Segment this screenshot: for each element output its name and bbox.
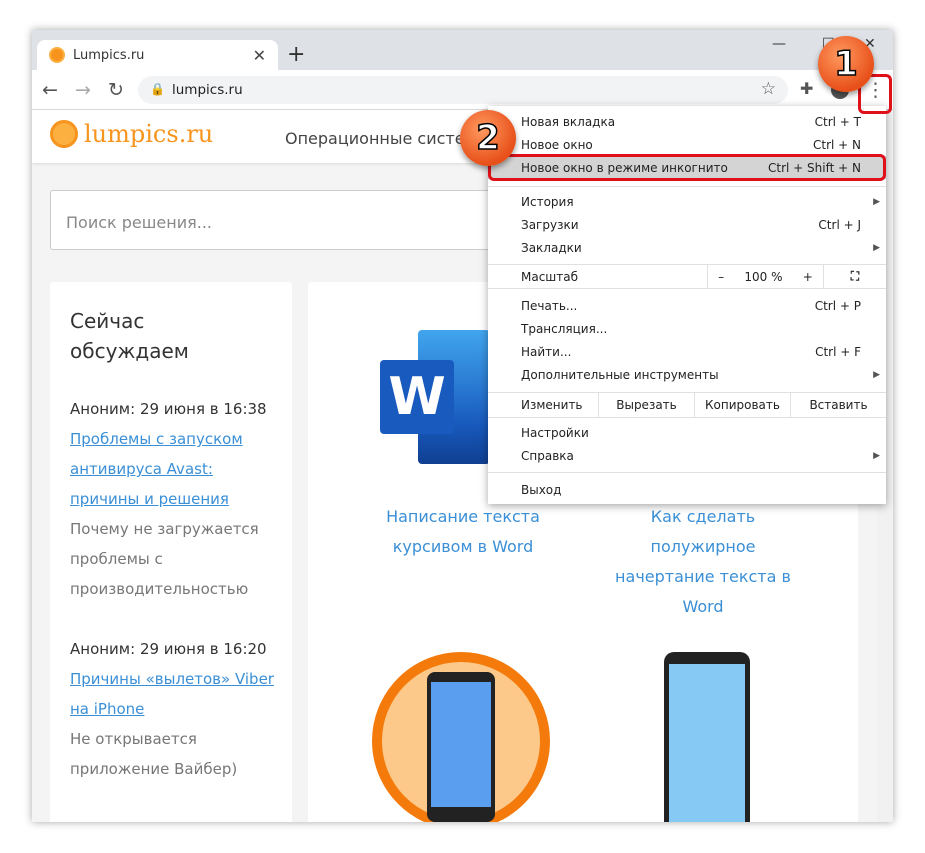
comment-text: Не открывается приложение Вайбер) (70, 730, 238, 778)
article-link[interactable]: Как сделать полужирное начертание текста… (608, 502, 798, 622)
tab-strip: Lumpics.ru ✕ + — ☐ ✕ (32, 30, 893, 70)
menu-item-find[interactable]: Найти... Ctrl + F (488, 340, 886, 363)
comment-text: Почему не загружается проблемы с произво… (70, 520, 259, 598)
comment-link[interactable]: Проблемы с запуском антивируса Avast: пр… (70, 424, 280, 514)
paste-button[interactable]: Вставить (790, 393, 886, 417)
tab-title: Lumpics.ru (73, 47, 145, 63)
cut-button[interactable]: Вырезать (598, 393, 694, 417)
close-tab-icon[interactable]: ✕ (253, 46, 266, 65)
zoom-in-button[interactable]: + (803, 270, 813, 284)
back-icon[interactable]: ← (42, 79, 58, 101)
submenu-arrow-icon: ▶ (873, 196, 880, 207)
article-link[interactable]: Написание текста курсивом в Word (368, 502, 558, 562)
menu-item-more-tools[interactable]: Дополнительные инструменты ▶ (488, 363, 886, 386)
favicon-icon (49, 47, 65, 63)
submenu-arrow-icon: ▶ (873, 450, 880, 461)
comment-author: Аноним: 29 июня в 16:20 (70, 640, 267, 658)
bookmark-star-icon[interactable]: ☆ (761, 79, 776, 99)
menu-item-downloads[interactable]: Загрузки Ctrl + J (488, 213, 886, 236)
submenu-arrow-icon: ▶ (873, 242, 880, 253)
zoom-out-button[interactable]: – (718, 270, 724, 284)
menu-item-help[interactable]: Справка ▶ (488, 444, 886, 467)
address-bar[interactable]: 🔒 lumpics.ru ☆ (138, 76, 788, 104)
menu-item-bookmarks[interactable]: Закладки ▶ (488, 236, 886, 259)
nav-os[interactable]: Операционные систем (285, 129, 477, 148)
zoom-controls: – 100 % + (707, 265, 823, 288)
comment: Аноним: 29 июня в 16:38 Проблемы с запус… (70, 394, 280, 604)
forward-icon[interactable]: → (75, 79, 91, 101)
comment-link[interactable]: Причины «вылетов» Viber на iPhone (70, 664, 280, 724)
menu-item-new-window[interactable]: Новое окно Ctrl + N (488, 133, 886, 156)
menu-item-cast[interactable]: Трансляция... (488, 317, 886, 340)
menu-item-exit[interactable]: Выход (488, 478, 886, 501)
orange-logo-icon (50, 120, 78, 148)
submenu-arrow-icon: ▶ (873, 369, 880, 380)
site-logo[interactable]: lumpics.ru (50, 120, 213, 148)
no-internet-phone-icon[interactable] (372, 652, 550, 822)
comment: Аноним: 29 июня в 16:20 Причины «вылетов… (70, 634, 280, 784)
word-logo-icon[interactable]: W (380, 330, 490, 464)
tab-lumpics[interactable]: Lumpics.ru ✕ (37, 40, 278, 70)
url-text: lumpics.ru (172, 82, 243, 98)
menu-item-history[interactable]: История ▶ (488, 190, 886, 213)
comment-author: Аноним: 29 июня в 16:38 (70, 400, 267, 418)
discussion-sidebar: Сейчас обсуждаем Аноним: 29 июня в 16:38… (50, 282, 292, 822)
sidebar-title: Сейчас обсуждаем (70, 309, 189, 363)
menu-item-settings[interactable]: Настройки (488, 421, 886, 444)
reload-icon[interactable]: ↻ (108, 79, 124, 101)
menu-item-print[interactable]: Печать... Ctrl + P (488, 294, 886, 317)
step-badge-2: 2 (460, 110, 516, 166)
fullscreen-icon[interactable]: ⛶ (823, 265, 886, 288)
search-input[interactable]: Поиск решения... (50, 190, 510, 250)
zoom-level: 100 % (744, 269, 783, 284)
extensions-icon[interactable]: ✚ (800, 79, 813, 98)
menu-item-new-tab[interactable]: Новая вкладка Ctrl + T (488, 110, 886, 133)
step-badge-1: 1 (818, 36, 874, 92)
toolbar: ← → ↻ 🔒 lumpics.ru ☆ ✚ ⋮ (32, 70, 893, 110)
lock-icon: 🔒 (150, 82, 165, 96)
new-tab-button[interactable]: + (287, 42, 305, 67)
map-share-phone-icon[interactable] (664, 652, 750, 822)
highlight-incognito (488, 154, 886, 181)
minimize-icon[interactable]: — (772, 36, 786, 52)
copy-button[interactable]: Копировать (694, 393, 790, 417)
